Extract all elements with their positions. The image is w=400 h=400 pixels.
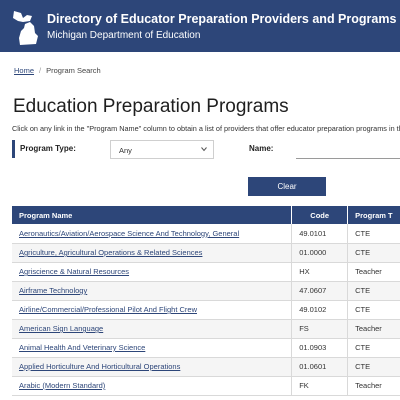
clear-button[interactable]: Clear <box>248 177 326 196</box>
program-type: CTE <box>347 224 400 244</box>
program-type: CTE <box>347 357 400 377</box>
program-code: 01.0903 <box>291 338 349 358</box>
program-type: CTE <box>347 281 400 301</box>
table-row: Airframe Technology 47.0607 CTE <box>12 281 400 301</box>
program-code: 47.0607 <box>291 281 349 301</box>
chevron-down-icon <box>201 147 207 152</box>
program-type-select[interactable]: Any <box>110 140 214 159</box>
table-row: Arabic (Modern Standard) FK Teacher <box>12 376 400 396</box>
table-row: Animal Health And Veterinary Science 01.… <box>12 338 400 358</box>
name-label: Name: <box>249 144 274 153</box>
intro-text: Click on any link in the "Program Name" … <box>12 124 400 133</box>
program-name-link[interactable]: Airline/Commercial/Professional Pilot An… <box>19 305 197 314</box>
program-type: Teacher <box>347 376 400 396</box>
site-subtitle: Michigan Department of Education <box>47 30 201 41</box>
filter-accent-bar <box>12 140 15 158</box>
program-type: CTE <box>347 300 400 320</box>
program-name-link[interactable]: Airframe Technology <box>19 286 87 295</box>
site-header: Directory of Educator Preparation Provid… <box>0 0 400 52</box>
program-type: Teacher <box>347 319 400 339</box>
program-name-link[interactable]: Agriscience & Natural Resources <box>19 267 129 276</box>
table-row: Agriculture, Agricultural Operations & R… <box>12 243 400 263</box>
program-code: 01.0601 <box>291 357 349 377</box>
breadcrumb-home-link[interactable]: Home <box>14 66 34 75</box>
program-code: HX <box>291 262 349 282</box>
program-code: FK <box>291 376 349 396</box>
table-row: Airline/Commercial/Professional Pilot An… <box>12 300 400 320</box>
column-header-code[interactable]: Code <box>291 206 349 224</box>
column-header-program-name[interactable]: Program Name <box>12 206 293 224</box>
table-row: American Sign Language FS Teacher <box>12 319 400 339</box>
site-title: Directory of Educator Preparation Provid… <box>47 12 397 26</box>
breadcrumb: Home / Program Search <box>14 66 101 75</box>
program-type-label: Program Type: <box>20 144 76 153</box>
table-header-row: Program Name Code Program T <box>12 206 400 224</box>
column-header-program-type[interactable]: Program T <box>347 206 400 224</box>
michigan-state-icon <box>13 11 38 45</box>
table-row: Aeronautics/Aviation/Aerospace Science A… <box>12 224 400 244</box>
program-code: FS <box>291 319 349 339</box>
program-code: 49.0101 <box>291 224 349 244</box>
table-row: Agriscience & Natural Resources HX Teach… <box>12 262 400 282</box>
program-code: 49.0102 <box>291 300 349 320</box>
program-type: Teacher <box>347 262 400 282</box>
program-type: CTE <box>347 338 400 358</box>
program-name-link[interactable]: Aeronautics/Aviation/Aerospace Science A… <box>19 229 239 238</box>
program-name-link[interactable]: Agriculture, Agricultural Operations & R… <box>19 248 202 257</box>
name-input[interactable] <box>296 140 400 159</box>
program-code: 01.0000 <box>291 243 349 263</box>
program-name-link[interactable]: Arabic (Modern Standard) <box>19 381 105 390</box>
page-title: Education Preparation Programs <box>13 96 289 117</box>
program-name-link[interactable]: American Sign Language <box>19 324 103 333</box>
programs-table: Program Name Code Program T Aeronautics/… <box>12 206 400 396</box>
breadcrumb-separator: / <box>39 66 42 75</box>
breadcrumb-current: Program Search <box>46 66 101 75</box>
table-row: Applied Horticulture And Horticultural O… <box>12 357 400 377</box>
program-type: CTE <box>347 243 400 263</box>
program-name-link[interactable]: Animal Health And Veterinary Science <box>19 343 145 352</box>
program-name-link[interactable]: Applied Horticulture And Horticultural O… <box>19 362 180 371</box>
program-type-value: Any <box>119 146 132 155</box>
